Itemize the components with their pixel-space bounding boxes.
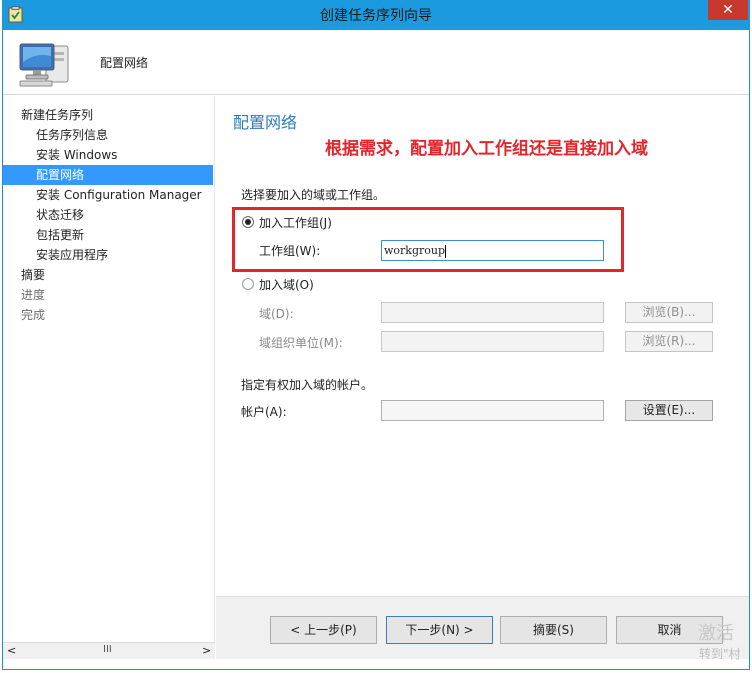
sidebar-item-progress: 进度: [21, 288, 46, 302]
text-caret: [445, 244, 447, 258]
wizard-steps-sidebar: 新建任务序列 任务序列信息 安装 Windows 配置网络 安装 Configu…: [3, 96, 215, 642]
domain-label: 域(D):: [259, 307, 294, 321]
browse-ou-button[interactable]: 浏览(R)...: [625, 331, 713, 352]
domain-input[interactable]: [381, 302, 604, 323]
join-domain-radio[interactable]: [242, 278, 254, 290]
activation-watermark-text: 转到"村: [699, 647, 741, 661]
sidebar-item-complete: 完成: [21, 308, 46, 322]
join-prompt: 选择要加入的域或工作组。: [241, 188, 386, 202]
scroll-thumb-grip-icon[interactable]: III: [103, 644, 112, 655]
scroll-left-arrow-icon[interactable]: <: [7, 644, 16, 657]
previous-button[interactable]: < 上一步(P): [270, 616, 377, 644]
set-account-button[interactable]: 设置(E)...: [625, 400, 713, 421]
close-icon: ✕: [722, 2, 734, 18]
sidebar-horizontal-scrollbar[interactable]: < III >: [3, 642, 215, 659]
join-domain-option-label[interactable]: 加入域(O): [259, 276, 314, 293]
next-button[interactable]: 下一步(N) >: [386, 616, 493, 644]
sidebar-item-install-configmgr[interactable]: 安装 Configuration Manager: [3, 185, 213, 205]
account-input[interactable]: [381, 400, 604, 421]
join-workgroup-option-label[interactable]: 加入工作组(J): [259, 214, 332, 231]
workgroup-value: workgroup: [384, 244, 446, 257]
sidebar-item-state-migration[interactable]: 状态迁移: [3, 205, 213, 225]
section-title: 配置网络: [233, 113, 298, 132]
workgroup-input[interactable]: workgroup: [381, 240, 604, 261]
browse-domain-button[interactable]: 浏览(B)...: [625, 302, 713, 323]
computer-network-icon: [16, 40, 72, 88]
sidebar-item-task-sequence-info[interactable]: 任务序列信息: [3, 125, 213, 145]
title-bar[interactable]: 创建任务序列向导 ✕: [2, 0, 750, 30]
sidebar-item-install-applications[interactable]: 安装应用程序: [3, 245, 213, 265]
ou-label: 域组织单位(M):: [259, 336, 343, 350]
scroll-right-arrow-icon[interactable]: >: [202, 644, 211, 657]
header-title: 配置网络: [100, 56, 149, 70]
account-label: 帐户(A):: [241, 405, 287, 419]
sidebar-item-install-windows[interactable]: 安装 Windows: [3, 145, 213, 165]
window-title: 创建任务序列向导: [320, 8, 432, 24]
sidebar-item-new-task-sequence[interactable]: 新建任务序列: [3, 105, 213, 125]
close-button[interactable]: ✕: [708, 0, 748, 20]
activation-watermark-title: 激活: [698, 623, 734, 644]
summary-button[interactable]: 摘要(S): [500, 616, 607, 644]
sidebar-item-summary[interactable]: 摘要: [3, 265, 213, 285]
ou-input[interactable]: [381, 331, 604, 352]
join-workgroup-radio[interactable]: [242, 216, 254, 228]
sidebar-item-include-updates[interactable]: 包括更新: [3, 225, 213, 245]
workgroup-label: 工作组(W):: [259, 244, 321, 258]
account-prompt: 指定有权加入域的帐户。: [241, 378, 374, 392]
annotation-note: 根据需求，配置加入工作组还是直接加入域: [325, 139, 648, 159]
sidebar-item-configure-network[interactable]: 配置网络: [3, 165, 213, 185]
